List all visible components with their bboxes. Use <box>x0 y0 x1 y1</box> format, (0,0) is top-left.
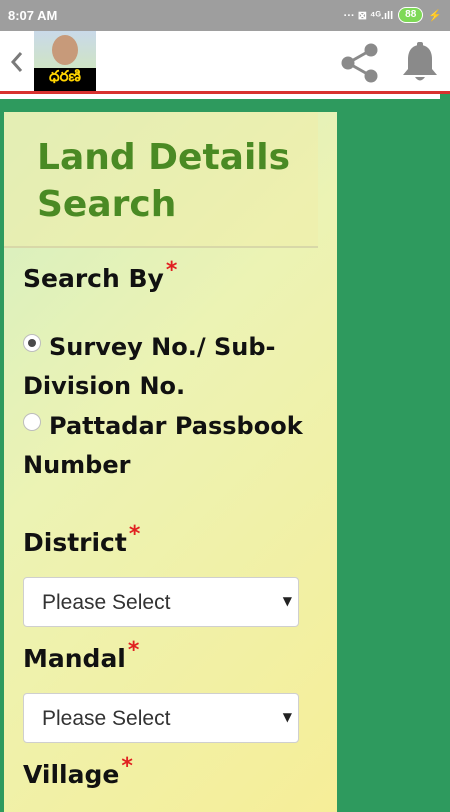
signal-icon: ··· ⊠ ⁴ᴳ.ıll <box>343 9 394 22</box>
battery-icon: 88 <box>398 7 424 23</box>
option-passbook-label: Pattadar Passbook Number <box>23 412 303 479</box>
share-button[interactable] <box>338 41 382 85</box>
page-title: Land Details Search <box>37 137 291 225</box>
village-text: Village <box>23 760 120 789</box>
charging-icon: ⚡ <box>428 9 442 22</box>
status-indicators: ··· ⊠ ⁴ᴳ.ıll 88 ⚡ <box>344 7 442 23</box>
required-mark: * <box>121 754 133 779</box>
mandal-label: Mandal* <box>23 638 139 673</box>
dropdown-arrow-icon: ▼ <box>282 594 292 608</box>
mandal-select[interactable]: Please Select ▼ <box>23 693 299 743</box>
card-header: Land Details Search <box>4 112 318 248</box>
status-time: 8:07 AM <box>8 8 58 23</box>
district-text: District <box>23 528 127 557</box>
required-mark: * <box>128 522 141 547</box>
app-bar-underline <box>0 94 440 99</box>
district-select[interactable]: Please Select ▼ <box>23 577 299 627</box>
search-by-label: Search By* <box>23 258 177 293</box>
required-mark: * <box>127 638 140 663</box>
district-label: District* <box>23 522 140 557</box>
dropdown-arrow-icon: ▼ <box>282 710 292 724</box>
land-search-card: Land Details Search Search By* Survey No… <box>4 112 337 812</box>
radio-passbook-number[interactable] <box>23 413 41 431</box>
bell-icon <box>403 42 437 81</box>
radio-survey-number[interactable] <box>23 334 41 352</box>
village-label: Village* <box>23 754 133 789</box>
app-logo: ధరణి <box>34 31 96 91</box>
option-passbook-number[interactable]: Pattadar Passbook Number <box>23 407 323 485</box>
notifications-button[interactable] <box>400 41 440 85</box>
mandal-select-value: Please Select <box>42 707 171 730</box>
app-bar: ధరణి <box>0 31 450 94</box>
status-bar: 8:07 AM ··· ⊠ ⁴ᴳ.ıll 88 ⚡ <box>0 0 450 31</box>
logo-text: ధరణి <box>49 67 81 85</box>
search-by-text: Search By <box>23 264 164 293</box>
district-select-value: Please Select <box>42 591 171 614</box>
share-icon <box>341 43 378 83</box>
logo-portrait <box>52 35 78 65</box>
option-survey-label: Survey No./ Sub-Division No. <box>23 333 276 400</box>
mandal-text: Mandal <box>23 644 126 673</box>
back-icon <box>10 52 23 72</box>
required-mark: * <box>165 258 178 283</box>
back-button[interactable] <box>6 47 30 77</box>
option-survey-number[interactable]: Survey No./ Sub-Division No. <box>23 328 323 406</box>
